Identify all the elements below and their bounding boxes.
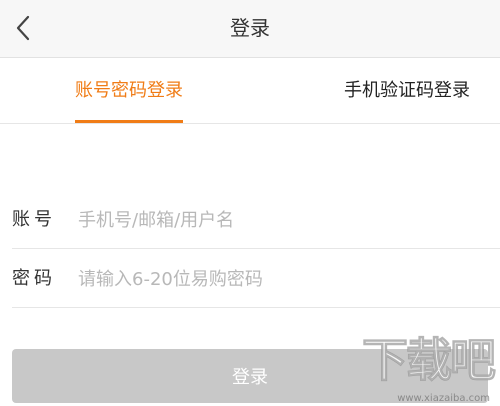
account-label: 账号 [12, 209, 56, 230]
page-title: 登录 [230, 16, 270, 40]
top-bar: 登录 [0, 0, 500, 58]
tab-account-password-login[interactable]: 账号密码登录 [75, 58, 183, 123]
account-input[interactable] [78, 202, 478, 238]
login-button[interactable]: 登录 [12, 349, 488, 403]
password-input[interactable] [78, 261, 478, 297]
login-method-tabs: 账号密码登录 手机验证码登录 [0, 58, 500, 124]
tab-sms-code-login[interactable]: 手机验证码登录 [344, 58, 470, 122]
password-row: 密码 [12, 250, 500, 308]
password-label: 密码 [12, 268, 56, 289]
account-row: 账号 [12, 191, 500, 249]
